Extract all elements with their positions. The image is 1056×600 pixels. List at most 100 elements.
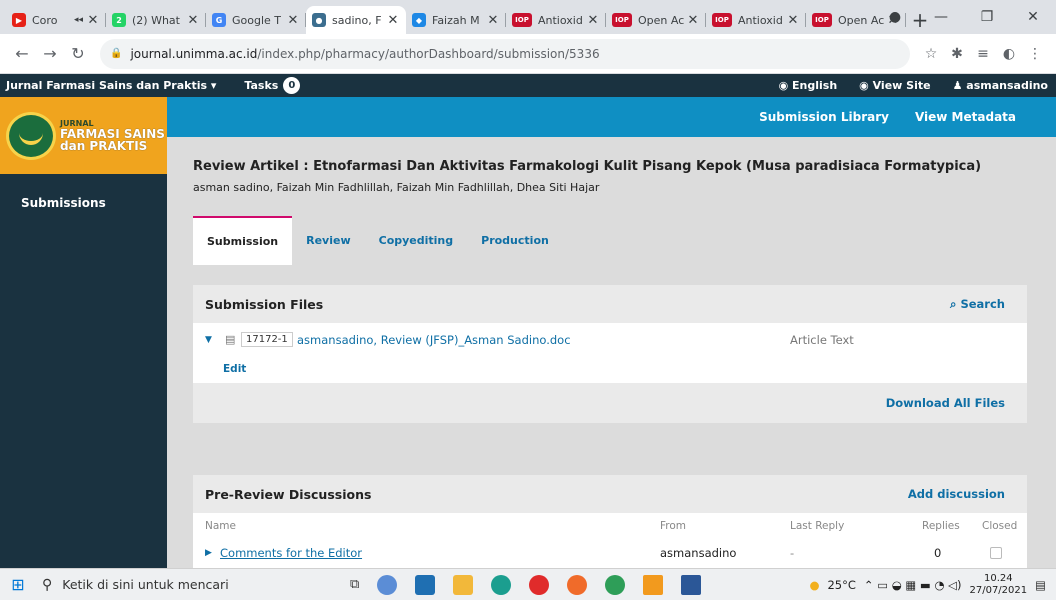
tab-favicon-icon: G: [212, 13, 226, 27]
profile-avatar[interactable]: ◐: [996, 46, 1022, 62]
store-icon[interactable]: [415, 574, 436, 595]
browser-tab[interactable]: IOP Antioxid ✕: [706, 6, 806, 34]
windows-start-icon[interactable]: ⊞: [0, 575, 36, 594]
restore-button[interactable]: ❐: [964, 9, 1010, 25]
bookmark-star-icon[interactable]: ☆: [918, 46, 944, 62]
tab-title: Antioxid: [538, 13, 583, 27]
browser-tab[interactable]: IOP Antioxid ✕: [506, 6, 606, 34]
submission-files-panel: Submission Files ⌕ Search ▼ ▤ 17172-1 as…: [193, 285, 1027, 423]
search-icon: ⌕: [950, 296, 957, 311]
task-view-icon[interactable]: ⧉: [350, 577, 359, 592]
tab-title: Antioxid: [738, 13, 783, 27]
tab-production[interactable]: Production: [467, 216, 563, 265]
weather-temp[interactable]: 25°C: [827, 578, 855, 592]
close-tab-icon[interactable]: ✕: [786, 13, 800, 28]
reading-list-icon[interactable]: ≡: [970, 46, 996, 62]
pre-review-discussions-panel: Pre-Review Discussions Add discussion Na…: [193, 475, 1027, 568]
reload-button[interactable]: ↻: [64, 44, 92, 63]
word-icon[interactable]: [681, 574, 702, 595]
journal-switcher[interactable]: Jurnal Farmasi Sains dan Praktis ▾: [0, 79, 216, 92]
language-link[interactable]: ◉ English: [779, 79, 838, 92]
file-row: ▼ ▤ 17172-1 asmansadino, Review (JFSP)_A…: [193, 323, 1027, 383]
tab-title: (2) What: [132, 13, 180, 27]
search-files-link[interactable]: ⌕ Search: [950, 297, 1005, 312]
table-row: ▶ Comments for the Editor asmansadino - …: [193, 539, 1027, 567]
taskbar-search[interactable]: ⚲ Ketik di sini untuk mencari: [36, 569, 336, 600]
logo-line-3: dan PRAKTIS: [60, 138, 148, 153]
edit-file-link[interactable]: Edit: [223, 363, 246, 375]
app-top-bar: Jurnal Farmasi Sains dan Praktis ▾ Tasks…: [0, 74, 1056, 97]
menu-icon[interactable]: ⋮: [1022, 46, 1048, 62]
browser-tab[interactable]: 2 (2) What ✕: [106, 6, 206, 34]
tab-audio-icon[interactable]: ◂◂: [74, 15, 83, 25]
submission-library-link[interactable]: Submission Library: [759, 110, 889, 124]
user-icon: ♟: [952, 79, 963, 92]
col-name: Name: [205, 520, 236, 532]
tab-favicon-icon: IOP: [812, 13, 832, 27]
tab-title: Google T: [232, 13, 282, 27]
discussion-title-link[interactable]: Comments for the Editor: [220, 546, 362, 560]
journal-logo[interactable]: JURNAL FARMASI SAINS dan PRAKTIS: [0, 97, 167, 174]
browser-tab[interactable]: ◆ Faizah M ✕: [406, 6, 506, 34]
submission-title-area: Review Artikel : Etnofarmasi Dan Aktivit…: [167, 137, 1056, 265]
close-tab-icon[interactable]: ✕: [386, 13, 400, 28]
close-tab-icon[interactable]: ✕: [486, 13, 500, 28]
col-closed: Closed: [982, 520, 1018, 532]
browser-tab-strip: ▶ Coro ◂◂ ✕ 2 (2) What ✕ G Google T ✕ ● sadino, F ✕ ◆…: [0, 0, 1056, 34]
app-orange-icon[interactable]: [643, 574, 664, 595]
file-name-link[interactable]: asmansadino, Review (JFSP)_Asman Sadino.…: [297, 333, 571, 347]
tab-submission[interactable]: Submission: [193, 216, 293, 265]
opera-icon[interactable]: [529, 574, 550, 595]
firefox-icon[interactable]: [567, 574, 588, 595]
tab-copyediting[interactable]: Copyediting: [365, 216, 468, 265]
tasks-button[interactable]: Tasks 0: [244, 77, 301, 94]
sidebar-item-submissions[interactable]: Submissions: [0, 174, 167, 210]
add-discussion-link[interactable]: Add discussion: [908, 487, 1005, 501]
taskbar-apps: ⧉: [350, 574, 702, 595]
profile-icon[interactable]: ●: [872, 9, 918, 25]
url-field[interactable]: 🔒 journal.unimma.ac.id /index.php/pharma…: [100, 38, 910, 69]
weather-icon: ●: [809, 577, 820, 592]
download-all-files-link[interactable]: Download All Files: [886, 396, 1005, 410]
close-tab-icon[interactable]: ✕: [86, 13, 100, 28]
notification-icon[interactable]: ▤: [1035, 578, 1046, 592]
tab-favicon-icon: ●: [312, 13, 326, 27]
tab-title: Open Ac: [638, 13, 685, 27]
view-metadata-link[interactable]: View Metadata: [915, 110, 1016, 124]
minimize-button[interactable]: —: [918, 9, 964, 25]
expand-row-icon[interactable]: ▶: [205, 548, 212, 558]
submission-files-heading: Submission Files: [205, 296, 324, 312]
expand-triangle-icon[interactable]: ▼: [205, 335, 212, 345]
col-replies: Replies: [922, 520, 960, 532]
close-tab-icon[interactable]: ✕: [586, 13, 600, 28]
logo-line-2: FARMASI SAINS: [60, 126, 165, 141]
page-title: Review Artikel : Etnofarmasi Dan Aktivit…: [193, 159, 982, 174]
close-window-button[interactable]: ✕: [1010, 9, 1056, 25]
globe-icon: ◉: [778, 79, 789, 92]
browser-tab[interactable]: ● sadino, F ✕: [306, 6, 406, 34]
close-tab-icon[interactable]: ✕: [186, 13, 200, 28]
tray-icons[interactable]: ⌃ ▭ ◒ ▦ ▬ ◔ ◁): [864, 578, 962, 592]
file-explorer-icon[interactable]: [453, 574, 474, 595]
close-tab-icon[interactable]: ✕: [286, 13, 300, 28]
browser-tab[interactable]: IOP Open Ac ✕: [606, 6, 706, 34]
edge-icon[interactable]: [491, 574, 512, 595]
app-icon[interactable]: [377, 574, 398, 595]
file-type: Article Text: [790, 333, 854, 347]
chrome-icon[interactable]: [605, 574, 626, 595]
back-button[interactable]: ←: [8, 44, 36, 63]
forward-button[interactable]: →: [36, 44, 64, 63]
browser-tab[interactable]: ▶ Coro ◂◂ ✕: [6, 6, 106, 34]
extensions-icon[interactable]: ✱: [944, 46, 970, 62]
user-menu[interactable]: ♟ asmansadino: [953, 79, 1048, 92]
main-content: Submission Files ⌕ Search ▼ ▤ 17172-1 as…: [167, 265, 1056, 568]
close-tab-icon[interactable]: ✕: [686, 13, 700, 28]
clock[interactable]: 10.24 27/07/2021: [969, 573, 1027, 597]
closed-checkbox[interactable]: [990, 547, 1002, 559]
sidebar: JURNAL FARMASI SAINS dan PRAKTIS Submiss…: [0, 97, 167, 568]
browser-tab[interactable]: G Google T ✕: [206, 6, 306, 34]
tab-title: sadino, F: [332, 13, 382, 27]
tab-review[interactable]: Review: [292, 216, 365, 265]
view-site-link[interactable]: ◉ View Site: [859, 79, 930, 92]
clock-date: 27/07/2021: [969, 584, 1028, 596]
